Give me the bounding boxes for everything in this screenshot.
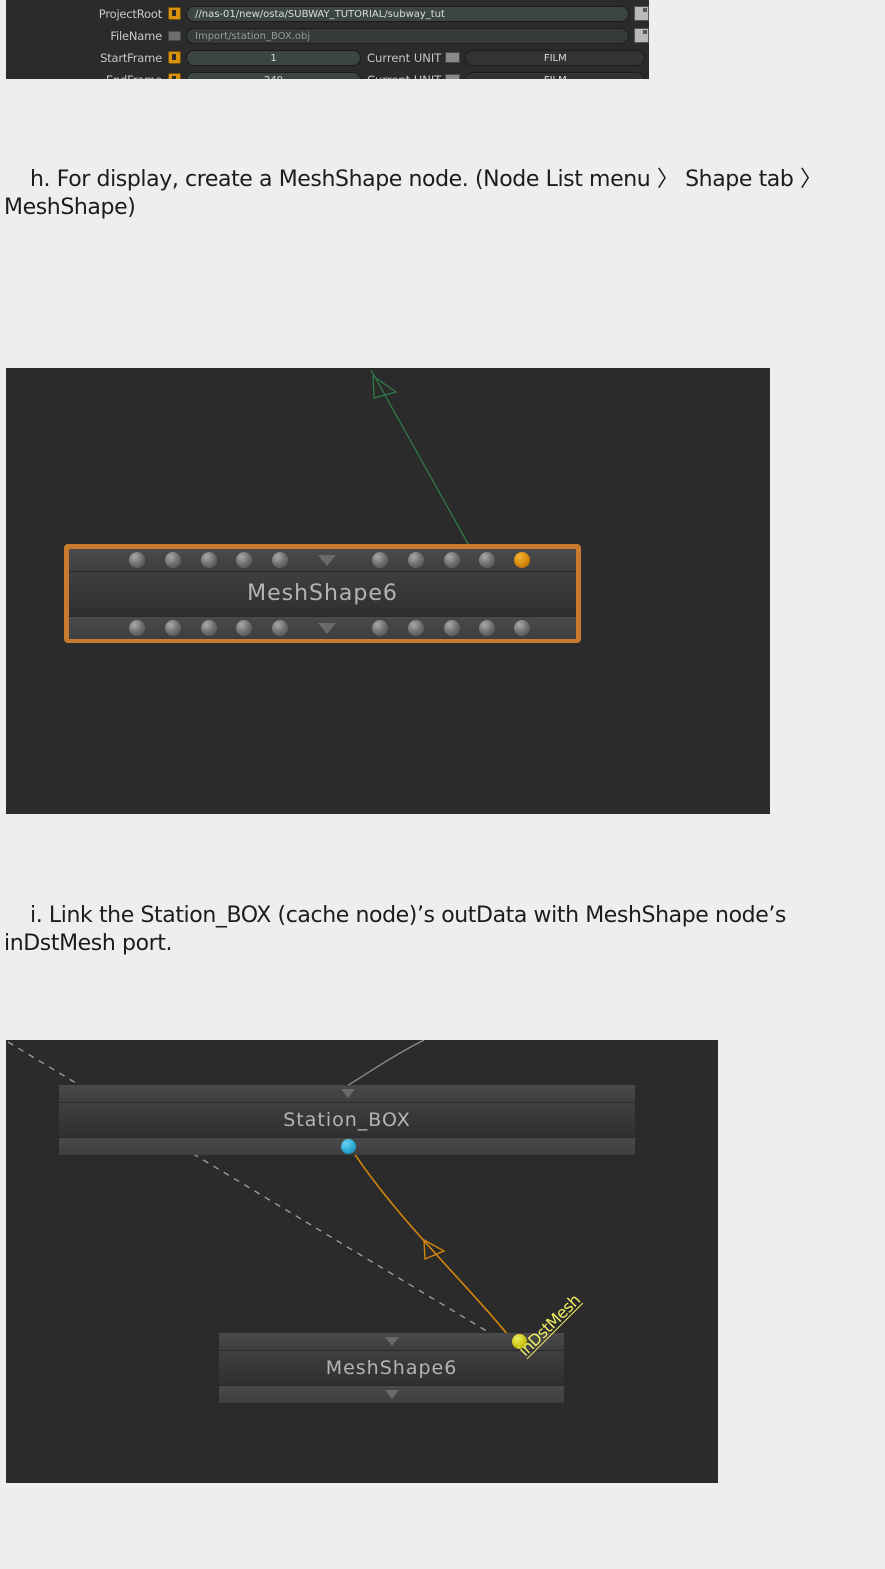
input-port-shininess[interactable] xyxy=(444,552,460,568)
instruction-step-h: h. For display, create a MeshShape node.… xyxy=(4,166,874,222)
file-browse-icon[interactable] xyxy=(634,6,649,21)
node-input-port-row xyxy=(69,549,576,572)
param-label-endframe: EndFrame xyxy=(16,73,168,80)
input-port-ambient[interactable] xyxy=(372,552,388,568)
input-port-color[interactable] xyxy=(272,552,288,568)
startframe-unit-label: Current UNIT xyxy=(367,50,442,65)
lock-icon[interactable] xyxy=(168,51,181,64)
connection-line-green xyxy=(370,369,477,559)
collapse-triangle-icon[interactable] xyxy=(341,1089,355,1098)
endframe-unit-value[interactable]: FILM xyxy=(465,71,646,79)
node-title-meshshape6-lower: MeshShape6 xyxy=(219,1351,564,1385)
node-meshshape6-lower[interactable]: MeshShape6 xyxy=(219,1333,564,1403)
output-port-maxspeed[interactable] xyxy=(444,620,460,636)
output-port-drawmode[interactable] xyxy=(236,620,252,636)
node-editor-link[interactable]: Station_BOX outData MeshShape6 xyxy=(6,1040,718,1483)
lock-icon[interactable] xyxy=(168,73,181,79)
input-port-specular[interactable] xyxy=(408,552,424,568)
endframe-input[interactable]: 240 xyxy=(186,71,361,79)
node-output-port-row xyxy=(69,616,576,639)
lock-icon[interactable] xyxy=(168,31,181,41)
connection-arrow-green xyxy=(372,374,398,399)
param-label-filename: FileName xyxy=(110,28,162,43)
node-title-meshshape6: MeshShape6 xyxy=(69,572,576,616)
parameter-panel: ProjectRoot //nas-01/new/osta/SUBWAY_TUT… xyxy=(6,0,649,79)
input-port-rotate[interactable] xyxy=(201,552,217,568)
param-row: EndFrame 240 Current UNIT FILM xyxy=(6,70,649,79)
collapse-triangle-icon[interactable] xyxy=(385,1337,399,1346)
output-port-drawing[interactable] xyxy=(129,620,145,636)
startframe-input[interactable]: 1 xyxy=(186,49,361,66)
node-input-port-row xyxy=(59,1085,635,1103)
param-label-projectroot: ProjectRoot xyxy=(98,6,162,21)
lock-icon[interactable] xyxy=(168,7,181,20)
node-input-port-row xyxy=(219,1333,564,1351)
node-title-station-box: Station_BOX xyxy=(59,1103,635,1137)
startframe-unit-value[interactable]: FILM xyxy=(465,49,646,66)
collapse-triangle-icon[interactable] xyxy=(385,1390,399,1399)
link-arrow-orange xyxy=(423,1238,446,1261)
output-port-outdata[interactable] xyxy=(341,1139,356,1154)
output-port-lighting[interactable] xyxy=(165,620,181,636)
unit-toggle-icon[interactable] xyxy=(445,52,461,63)
output-port-newmesh[interactable] xyxy=(514,620,530,636)
collapse-triangle-icon[interactable] xyxy=(318,555,336,566)
output-port-outvelocityscale[interactable] xyxy=(408,620,424,636)
input-port-scale[interactable] xyxy=(236,552,252,568)
filename-input[interactable]: Import/station_BOX.obj xyxy=(186,27,629,44)
input-port-translate[interactable] xyxy=(165,552,181,568)
endframe-unit-label: Current UNIT xyxy=(367,73,441,80)
output-port-drawnormal[interactable] xyxy=(372,620,388,636)
node-station-box[interactable]: Station_BOX xyxy=(59,1085,635,1155)
input-port-invelocityscale[interactable] xyxy=(479,552,495,568)
param-row: StartFrame 1 Current UNIT FILM xyxy=(6,48,649,67)
instruction-step-i-text: i. Link the Station_BOX (cache node)’s o… xyxy=(4,903,786,956)
link-line-orange xyxy=(347,1143,520,1350)
unit-toggle-icon[interactable] xyxy=(445,74,461,79)
incoming-link-line xyxy=(346,1040,425,1087)
instruction-step-i: i. Link the Station_BOX (cache node)’s o… xyxy=(4,902,874,958)
param-row: FileName Import/station_BOX.obj xyxy=(6,26,649,45)
node-meshshape6[interactable]: MeshShape6 xyxy=(64,544,581,643)
output-port-drawvelocity[interactable] xyxy=(272,620,288,636)
collapse-triangle-icon[interactable] xyxy=(318,623,336,634)
param-row: ProjectRoot //nas-01/new/osta/SUBWAY_TUT… xyxy=(6,4,649,23)
projectroot-input[interactable]: //nas-01/new/osta/SUBWAY_TUTORIAL/subway… xyxy=(186,5,629,22)
node-output-port-row xyxy=(59,1137,635,1155)
instruction-step-h-text: h. For display, create a MeshShape node.… xyxy=(4,167,822,220)
input-port-pivot[interactable] xyxy=(129,552,145,568)
output-port-outdstmesh[interactable] xyxy=(479,620,495,636)
file-browse-icon[interactable] xyxy=(634,28,649,43)
node-output-port-row xyxy=(219,1385,564,1403)
input-port-indstmesh[interactable] xyxy=(514,552,530,568)
output-port-wire[interactable] xyxy=(201,620,217,636)
param-label-startframe: StartFrame xyxy=(100,50,162,65)
